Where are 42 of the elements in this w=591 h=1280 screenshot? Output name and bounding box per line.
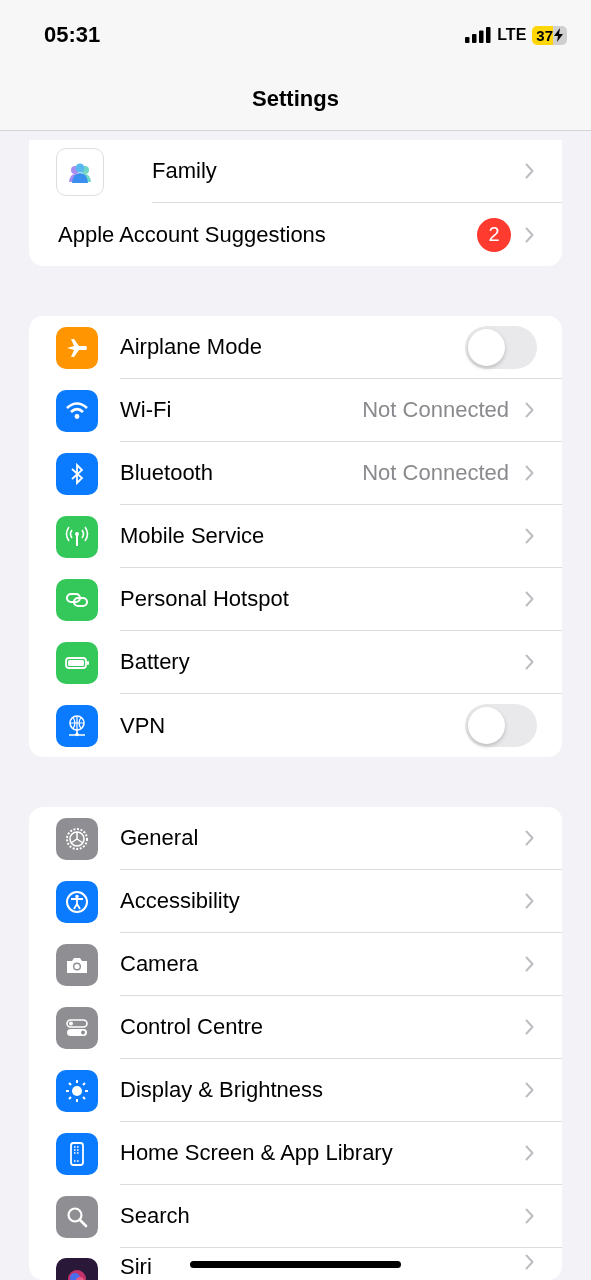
chevron-icon [525, 956, 534, 972]
setting-label[interactable]: Control Centre [120, 1014, 264, 1040]
toggle-switch[interactable] [465, 704, 537, 747]
setting-label[interactable]: VPN [120, 712, 166, 739]
setting-value: Not Connected [362, 460, 509, 486]
chevron-icon [525, 528, 534, 544]
page-title: Settings [251, 85, 340, 112]
chevron-icon [525, 654, 534, 670]
battery-indicator: 37 [532, 25, 567, 45]
setting-label[interactable]: Home Screen & App Library [120, 1140, 393, 1166]
setting-label[interactable]: Accessibility [120, 888, 240, 914]
chevron-icon [525, 1208, 534, 1224]
notification-badge: 2 [477, 217, 511, 252]
chevron-icon [525, 830, 534, 846]
setting-label[interactable]: Apple Account Suggestions [58, 221, 326, 248]
chevron-icon [525, 226, 534, 243]
setting-label[interactable]: Personal Hotspot [120, 586, 289, 612]
signal-icon [465, 27, 492, 43]
chevron-icon [525, 1082, 534, 1098]
setting-label[interactable]: General [120, 825, 199, 851]
setting-label[interactable]: Wi-Fi [120, 397, 172, 423]
setting-value: Not Connected [362, 397, 509, 423]
toggle-switch[interactable] [465, 325, 537, 369]
setting-label[interactable]: Battery [120, 649, 190, 675]
chevron-icon [525, 1254, 534, 1270]
setting-label[interactable]: Search [120, 1203, 190, 1229]
chevron-icon [525, 1145, 534, 1161]
setting-label[interactable]: Camera [120, 951, 199, 977]
network-type: LTE [497, 26, 527, 44]
setting-label[interactable]: Display & Brightness [120, 1077, 323, 1103]
setting-label[interactable]: Mobile Service [120, 523, 265, 549]
setting-label[interactable]: Family [152, 158, 217, 184]
setting-label[interactable]: Siri [120, 1254, 152, 1280]
chevron-icon [525, 591, 534, 607]
chevron-icon [525, 402, 534, 418]
chevron-icon [525, 893, 534, 909]
setting-label[interactable]: Bluetooth [120, 460, 213, 486]
chevron-icon [525, 465, 534, 481]
chevron-icon [525, 163, 534, 179]
setting-label[interactable]: Airplane Mode [120, 334, 262, 360]
status-time: 05:31 [44, 22, 101, 48]
chevron-icon [525, 1019, 534, 1035]
